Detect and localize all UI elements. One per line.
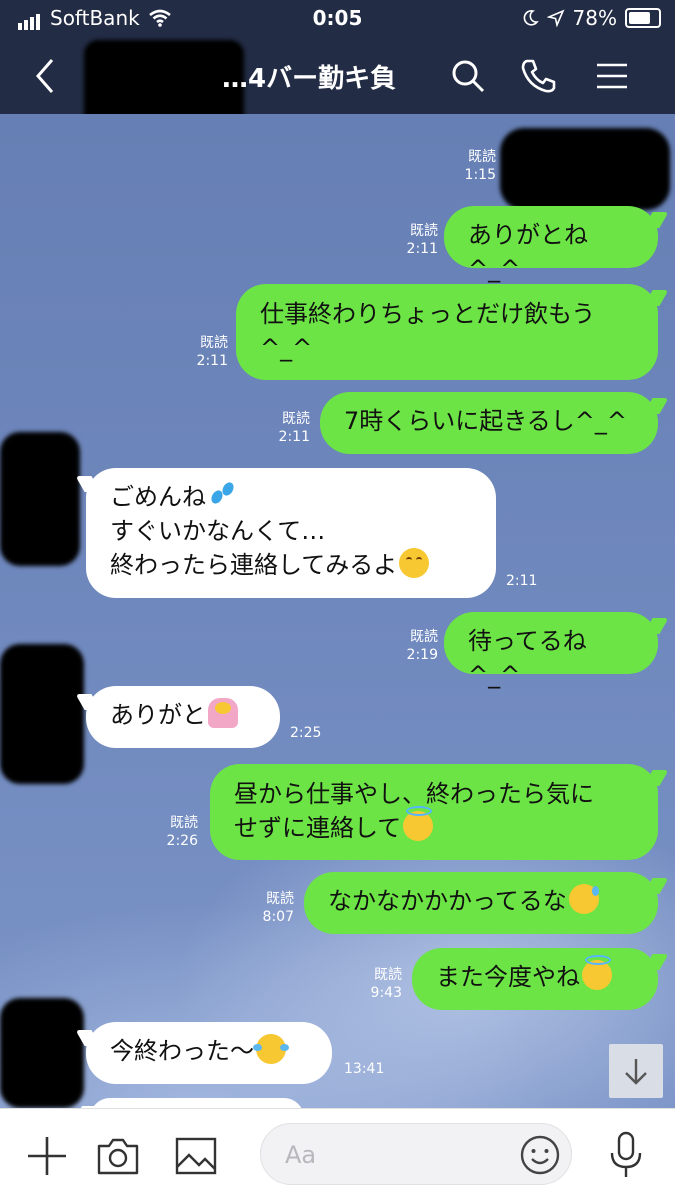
smiling-face-with-halo-icon (403, 806, 434, 841)
avatar[interactable] (0, 644, 84, 784)
outgoing-message[interactable]: 待ってるね^_^ (444, 612, 658, 689)
chevron-left-icon[interactable] (26, 56, 66, 96)
location-arrow-icon (546, 9, 565, 27)
message-input-bar (0, 1108, 675, 1201)
smiling-face-icon (399, 548, 430, 578)
message-time: 13:41 (344, 1061, 385, 1077)
outgoing-message[interactable]: 昼から仕事やし、終わったら気に せずに連絡して (210, 764, 658, 860)
battery-icon (625, 8, 661, 28)
message-time: 2:11 (506, 573, 538, 589)
smiling-face-with-halo-icon (582, 955, 612, 990)
hamburger-menu-icon[interactable] (592, 56, 632, 96)
message-meta: 既読 2:11 (196, 335, 228, 369)
message-list[interactable]: 既読 1:15 既読 2:11 ありがとね^_^ 既読 2:11 仕事終わりちょっとだ… (0, 114, 675, 1108)
message-meta: 既読 1:15 (464, 149, 496, 183)
incoming-message-partial[interactable] (90, 1098, 304, 1108)
message-meta: 既読 2:26 (166, 815, 198, 849)
outgoing-message[interactable]: 仕事終わりちょっとだけ飲もう ^_^ (236, 284, 658, 380)
camera-icon[interactable] (96, 1135, 140, 1177)
battery-percent: 78% (572, 6, 617, 30)
incoming-message[interactable]: ごめんね すぐいかなんくて… 終わったら連絡してみるよ (86, 468, 496, 598)
message-meta: 既読 2:11 (406, 223, 438, 257)
face-with-tears-of-joy-icon (253, 1034, 289, 1064)
incoming-message[interactable]: ありがと (86, 686, 280, 748)
message-meta: 既読 9:43 (370, 967, 402, 1001)
message-input-field (260, 1123, 572, 1185)
scroll-to-bottom-button[interactable] (609, 1044, 663, 1098)
sweat-droplets-icon (208, 480, 238, 510)
outgoing-message[interactable]: また今度やね (412, 948, 658, 1010)
incoming-message[interactable]: 今終わった〜 (86, 1022, 332, 1084)
avatar[interactable] (0, 998, 84, 1108)
message-meta: 既読 8:07 (262, 891, 294, 925)
chat-title: …4バー勤キ負 (222, 64, 397, 94)
outgoing-message[interactable]: 7時くらいに起きるし^_^ (320, 392, 658, 454)
redacted-message (500, 128, 670, 210)
arrow-down-icon (625, 1059, 647, 1085)
moon-icon (523, 10, 539, 26)
message-meta: 既読 2:11 (278, 411, 310, 445)
message-meta: 既読 2:19 (406, 629, 438, 663)
image-icon[interactable] (174, 1135, 218, 1177)
message-time: 2:25 (290, 725, 322, 741)
emoji-icon[interactable] (519, 1134, 561, 1176)
search-icon[interactable] (448, 56, 488, 96)
plus-icon[interactable] (26, 1135, 68, 1177)
phone-icon[interactable] (518, 56, 558, 96)
avatar[interactable] (0, 432, 80, 566)
outgoing-message[interactable]: ありがとね^_^ (444, 206, 658, 283)
message-input[interactable] (283, 1136, 507, 1174)
outgoing-message[interactable]: なかなかかかってるな (304, 872, 658, 934)
person-bowing-icon (208, 698, 238, 728)
grinning-face-with-sweat-icon (568, 884, 599, 914)
status-bar: SoftBank 0:05 78% (0, 0, 675, 38)
microphone-icon[interactable] (608, 1131, 644, 1181)
chat-header: …4バー勤キ負 (0, 38, 675, 136)
